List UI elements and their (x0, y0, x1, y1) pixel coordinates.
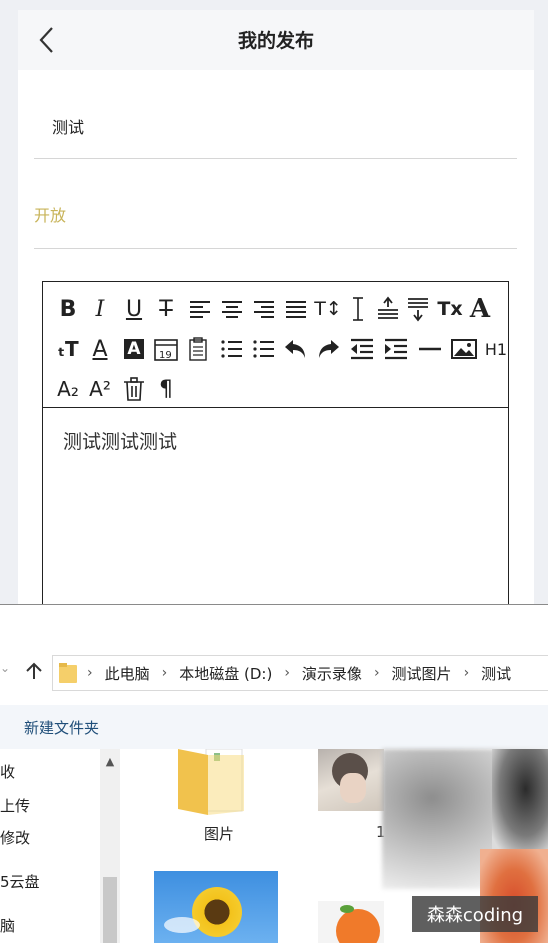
watermark: 森森coding (412, 896, 538, 932)
horizontal-rule-icon[interactable] (415, 334, 445, 364)
divider (34, 248, 517, 249)
chevron-right-icon[interactable]: › (374, 665, 380, 681)
superscript-icon[interactable]: A² (85, 374, 115, 404)
page-header: 我的发布 (18, 10, 534, 70)
undo-icon[interactable] (281, 334, 311, 364)
align-right-icon[interactable] (249, 294, 279, 324)
file-explorer-window: ⌄ › 此电脑 › 本地磁盘 (D:) › 演示录像 › 测试图片 › 测试 新… (0, 604, 548, 943)
align-center-icon[interactable] (217, 294, 247, 324)
breadcrumb-this-pc[interactable]: 此电脑 (105, 663, 150, 684)
nav-item[interactable]: 5云盘 (0, 871, 40, 892)
file-name: 图片 (204, 825, 235, 843)
unordered-list-icon[interactable] (249, 334, 279, 364)
paragraph-spacing-top-icon[interactable] (373, 294, 403, 324)
address-row: ⌄ › 此电脑 › 本地磁盘 (D:) › 演示录像 › 测试图片 › 测试 (0, 651, 548, 695)
strikethrough-icon[interactable]: T (151, 294, 181, 324)
underline-icon[interactable]: U (119, 294, 149, 324)
indent-icon[interactable] (381, 334, 411, 364)
paragraph-icon[interactable]: ¶ (151, 374, 181, 404)
clear-format-icon[interactable]: Tx (435, 294, 465, 324)
clipboard-icon[interactable] (183, 334, 213, 364)
chevron-down-icon[interactable]: ⌄ (0, 661, 10, 681)
image-thumbnail[interactable] (318, 749, 384, 811)
up-arrow-icon[interactable] (22, 659, 46, 683)
outdent-icon[interactable] (347, 334, 377, 364)
page-title: 我的发布 (237, 30, 314, 52)
scroll-thumb[interactable] (103, 877, 117, 943)
image-icon[interactable] (449, 334, 479, 364)
chevron-right-icon[interactable]: › (87, 665, 93, 681)
breadcrumb-test-images[interactable]: 测试图片 (392, 663, 452, 684)
font-scale-icon[interactable]: ₜT (53, 334, 83, 364)
editor-toolbar: B I U T T↕ Tx A ₜT A A 19 H1 A₂ A² ¶ (43, 282, 508, 408)
font-color-icon[interactable]: A (85, 334, 115, 364)
breadcrumb-local-disk[interactable]: 本地磁盘 (D:) (179, 663, 272, 684)
nav-item[interactable]: 脑 (0, 915, 15, 936)
folder-icon (178, 749, 244, 815)
nav-item[interactable]: 上传 (0, 795, 30, 816)
breadcrumb-test[interactable]: 测试 (481, 663, 511, 684)
date-icon[interactable]: 19 (151, 334, 181, 364)
divider (34, 158, 517, 159)
post-title-field[interactable]: 测试 (52, 114, 84, 138)
scroll-up-icon[interactable]: ▲ (100, 749, 120, 773)
align-left-icon[interactable] (185, 294, 215, 324)
font-size-icon[interactable]: T↕ (313, 294, 343, 324)
new-folder-button[interactable]: 新建文件夹 (24, 717, 99, 738)
nav-scrollbar[interactable]: ▲ (100, 749, 120, 943)
breadcrumb-demo-recording[interactable]: 演示录像 (302, 663, 362, 684)
chevron-right-icon[interactable]: › (464, 665, 470, 681)
font-icon[interactable]: A (465, 294, 495, 324)
paragraph-spacing-bottom-icon[interactable] (403, 294, 433, 324)
command-bar: 新建文件夹 (0, 705, 548, 749)
chevron-right-icon[interactable]: › (162, 665, 168, 681)
mobile-page: 我的发布 测试 开放 B I U T T↕ Tx A ₜT A A 19 H1 … (18, 10, 534, 621)
editor-content[interactable]: 测试测试测试 (63, 427, 177, 454)
address-bar[interactable]: › 此电脑 › 本地磁盘 (D:) › 演示录像 › 测试图片 › 测试 (52, 655, 548, 691)
folder-icon (59, 663, 77, 683)
image-thumbnail[interactable] (154, 871, 278, 943)
chevron-right-icon[interactable]: › (284, 665, 290, 681)
background-color-icon[interactable]: A (119, 334, 149, 364)
heading1-icon[interactable]: H1 (481, 334, 511, 364)
rich-text-editor: B I U T T↕ Tx A ₜT A A 19 H1 A₂ A² ¶ 测试测… (42, 281, 509, 621)
folder-item[interactable]: 图片 (170, 749, 270, 849)
svg-text:19: 19 (159, 350, 172, 361)
align-justify-icon[interactable] (281, 294, 311, 324)
subscript-icon[interactable]: A₂ (53, 374, 83, 404)
image-thumbnail[interactable] (318, 901, 384, 943)
visibility-select[interactable]: 开放 (34, 202, 66, 226)
italic-icon[interactable]: I (85, 294, 115, 324)
delete-icon[interactable] (119, 374, 149, 404)
line-height-icon[interactable] (343, 294, 373, 324)
image-thumbnail[interactable] (492, 749, 548, 849)
nav-item[interactable]: 收 (0, 761, 15, 782)
nav-item[interactable]: 修改 (0, 827, 30, 848)
bold-icon[interactable]: B (53, 294, 83, 324)
ordered-list-icon[interactable] (217, 334, 247, 364)
redo-icon[interactable] (313, 334, 343, 364)
